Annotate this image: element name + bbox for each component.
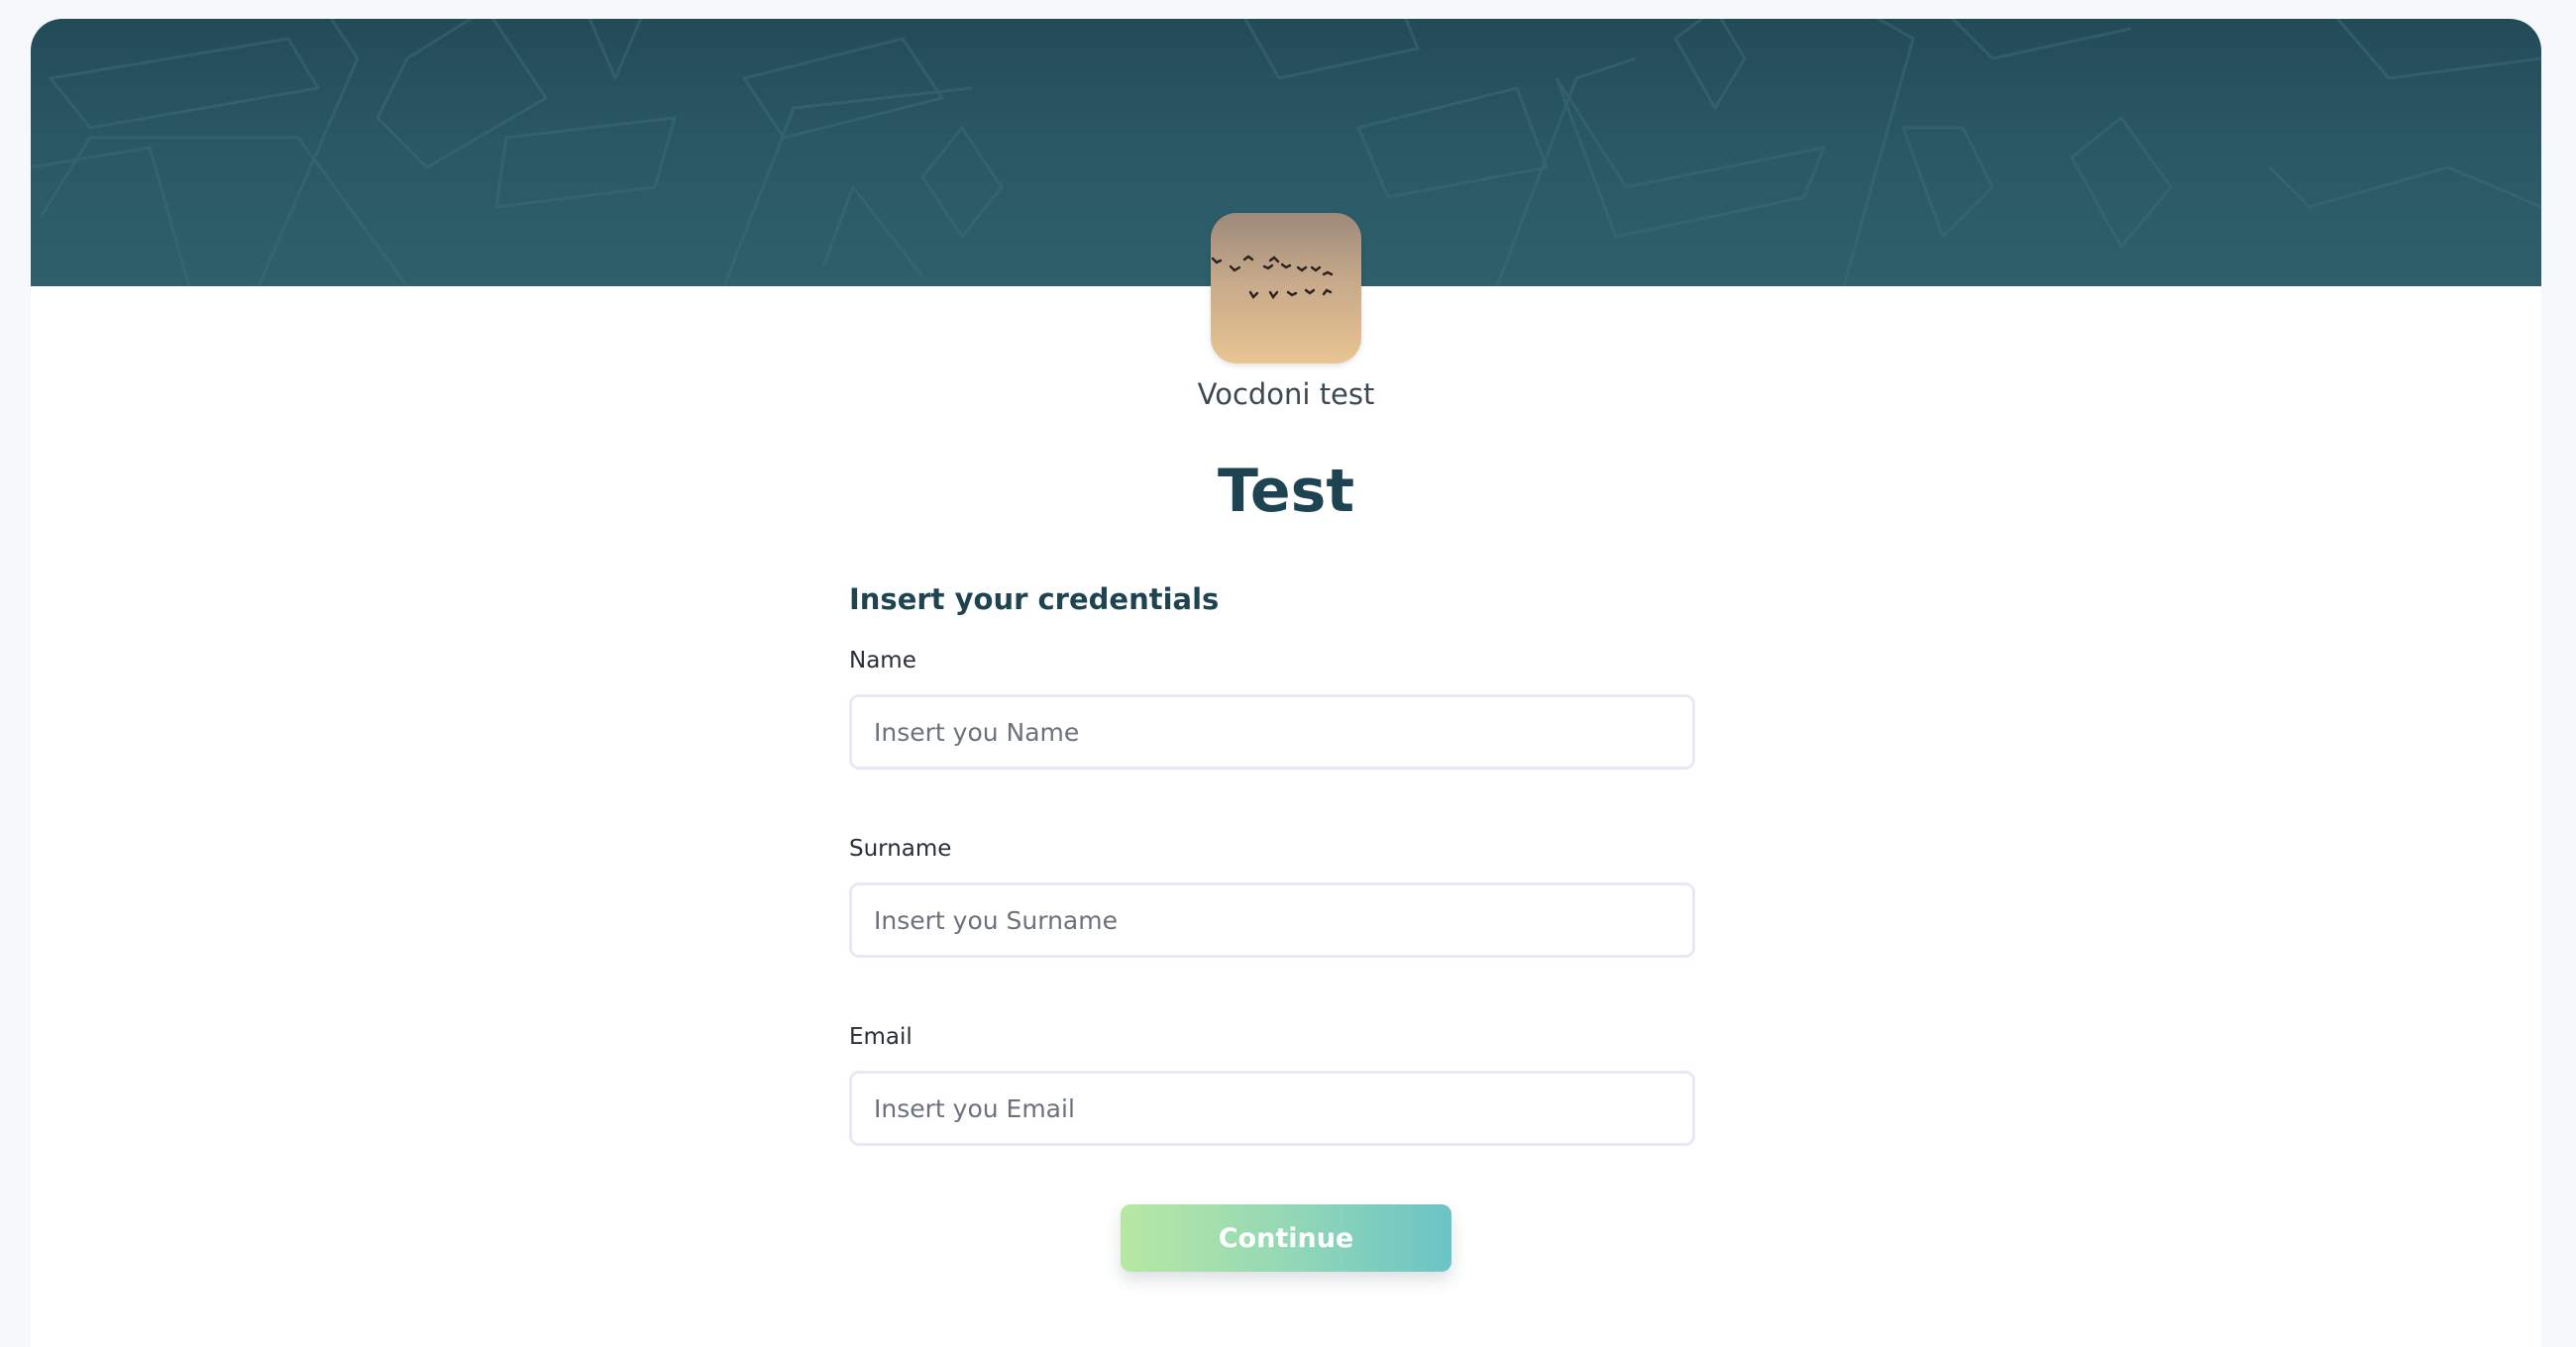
email-field-group: Email [849,1021,1695,1146]
credentials-form: Insert your credentials Name Surname Ema… [849,579,1695,1209]
name-field-group: Name [849,645,1695,770]
birds-sunset-icon [1211,213,1361,363]
name-label: Name [849,648,916,674]
surname-label: Surname [849,836,952,862]
organization-avatar [1211,213,1361,363]
surname-input[interactable] [849,882,1695,958]
email-label: Email [849,1024,912,1050]
process-title: Test [1217,457,1355,526]
organization-name: Vocdoni test [1197,377,1375,411]
continue-button[interactable]: Continue [1121,1204,1451,1272]
form-heading: Insert your credentials [849,582,1220,616]
name-input[interactable] [849,694,1695,770]
surname-field-group: Surname [849,833,1695,958]
page-card: Vocdoni test Test Insert your credential… [31,19,2541,1347]
email-input[interactable] [849,1071,1695,1146]
